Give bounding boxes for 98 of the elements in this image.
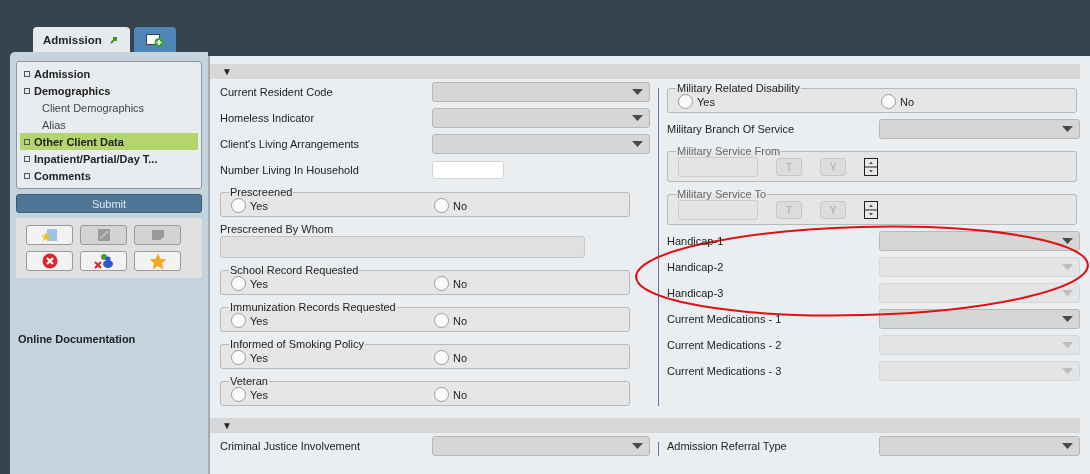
radio-button[interactable]	[434, 313, 449, 328]
field-label: Handicap-3	[667, 287, 725, 299]
add-window-icon	[145, 32, 164, 47]
bullet-icon	[24, 172, 30, 179]
section-header[interactable]: ▼	[210, 64, 1080, 79]
dropdown[interactable]	[879, 309, 1080, 329]
caret-icon	[632, 443, 643, 449]
caret-icon	[1062, 368, 1073, 374]
add-tab[interactable]	[133, 27, 176, 52]
field-label: Client's Living Arrangements	[220, 138, 361, 150]
radio-option[interactable]: No	[434, 350, 619, 365]
radio-option[interactable]: No	[881, 94, 1066, 109]
spinner-icon[interactable]	[864, 158, 878, 176]
radio-button[interactable]	[434, 350, 449, 365]
caret-icon	[1062, 443, 1073, 449]
tool-button[interactable]	[80, 251, 127, 271]
nav-item[interactable]: Inpatient/Partial/Day T...	[20, 150, 198, 167]
field-label: Admission Referral Type	[667, 440, 788, 452]
radio-option[interactable]: Yes	[678, 94, 881, 109]
tool-button[interactable]	[134, 251, 181, 271]
star-icon	[148, 252, 167, 270]
radio-option[interactable]: Yes	[231, 313, 434, 328]
radio-option[interactable]: No	[434, 198, 619, 213]
group-label: Veteran	[229, 375, 269, 387]
tool-button[interactable]	[26, 225, 73, 245]
bullet-icon	[24, 138, 30, 145]
nav-item[interactable]: Alias	[20, 116, 198, 133]
nav-item[interactable]: Other Client Data	[20, 133, 198, 150]
bullet-icon	[24, 155, 30, 162]
collapse-toggle[interactable]: ▼	[222, 420, 232, 431]
field-label: Current Resident Code	[220, 86, 334, 98]
radio-button[interactable]	[231, 276, 246, 291]
nav-item[interactable]: Admission	[20, 65, 198, 82]
field-label: Current Medications - 1	[667, 313, 783, 325]
tab[interactable]: Admission	[33, 27, 130, 52]
input-field[interactable]	[220, 236, 585, 258]
radio-button[interactable]	[231, 350, 246, 365]
caret-icon	[1062, 342, 1073, 348]
nav-item[interactable]: Demographics	[20, 82, 198, 99]
field-label: Homeless Indicator	[220, 112, 316, 124]
field-label: Number Living In Household	[220, 164, 360, 176]
group-label: Informed of Smoking Policy	[229, 338, 365, 350]
nav-item[interactable]: Client Demographics	[20, 99, 198, 116]
online-documentation-link[interactable]: Online Documentation	[16, 333, 202, 345]
date-field[interactable]	[678, 157, 758, 177]
radio-button[interactable]	[231, 198, 246, 213]
pencil-icon	[96, 228, 111, 242]
field-label: Current Medications - 2	[667, 339, 783, 351]
radio-option[interactable]: No	[434, 387, 619, 402]
radio-option[interactable]: Yes	[231, 198, 434, 213]
note-icon	[150, 229, 165, 241]
caret-icon	[1062, 238, 1073, 244]
arrow-icon	[109, 35, 118, 44]
delete-icon	[41, 253, 58, 269]
radio-button[interactable]	[231, 387, 246, 402]
field-label: Current Medications - 3	[667, 365, 783, 377]
field-label: Handicap-2	[667, 261, 725, 273]
radio-option[interactable]: No	[434, 276, 619, 291]
caret-icon	[632, 89, 643, 95]
date-field[interactable]	[678, 200, 758, 220]
bullet-icon	[24, 70, 30, 77]
bullet-icon	[24, 87, 30, 94]
group-label: Military Service From	[676, 145, 782, 157]
field-label: Handicap-1	[667, 235, 725, 247]
submit-button[interactable]: Submit	[16, 194, 202, 213]
caret-icon	[632, 141, 643, 147]
group-label: Prescreened	[229, 186, 294, 198]
group-label: Immunization Records Requested	[229, 301, 397, 313]
group-label: School Record Requested	[229, 264, 360, 276]
nav-item[interactable]: Comments	[20, 167, 198, 184]
section-header[interactable]: ▼	[210, 418, 1080, 433]
caret-icon	[1062, 316, 1073, 322]
field-label: Military Branch Of Service	[667, 123, 796, 135]
caret-icon	[1062, 264, 1073, 270]
tool-button[interactable]	[26, 251, 73, 271]
field-label: Criminal Justice Involvement	[220, 440, 361, 452]
radio-button[interactable]	[678, 94, 693, 109]
radio-button[interactable]	[434, 198, 449, 213]
radio-button[interactable]	[434, 387, 449, 402]
collapse-toggle[interactable]: ▼	[222, 66, 232, 77]
spinner-icon[interactable]	[864, 201, 878, 219]
radio-option[interactable]: Yes	[231, 387, 434, 402]
radio-option[interactable]: Yes	[231, 276, 434, 291]
caret-icon	[1062, 126, 1073, 132]
radio-option[interactable]: No	[434, 313, 619, 328]
radio-button[interactable]	[434, 276, 449, 291]
field-label: Prescreened By Whom	[220, 223, 335, 235]
radio-option[interactable]: Yes	[231, 350, 434, 365]
input-field[interactable]	[432, 161, 504, 179]
radio-button[interactable]	[231, 313, 246, 328]
radio-button[interactable]	[881, 94, 896, 109]
group-label: Military Service To	[676, 188, 768, 200]
group-label: Military Related Disability	[676, 82, 801, 94]
dropdown[interactable]	[879, 231, 1080, 251]
caret-icon	[632, 115, 643, 121]
caret-icon	[1062, 290, 1073, 296]
folder-star-icon	[40, 228, 59, 242]
people-remove-icon	[93, 253, 114, 269]
